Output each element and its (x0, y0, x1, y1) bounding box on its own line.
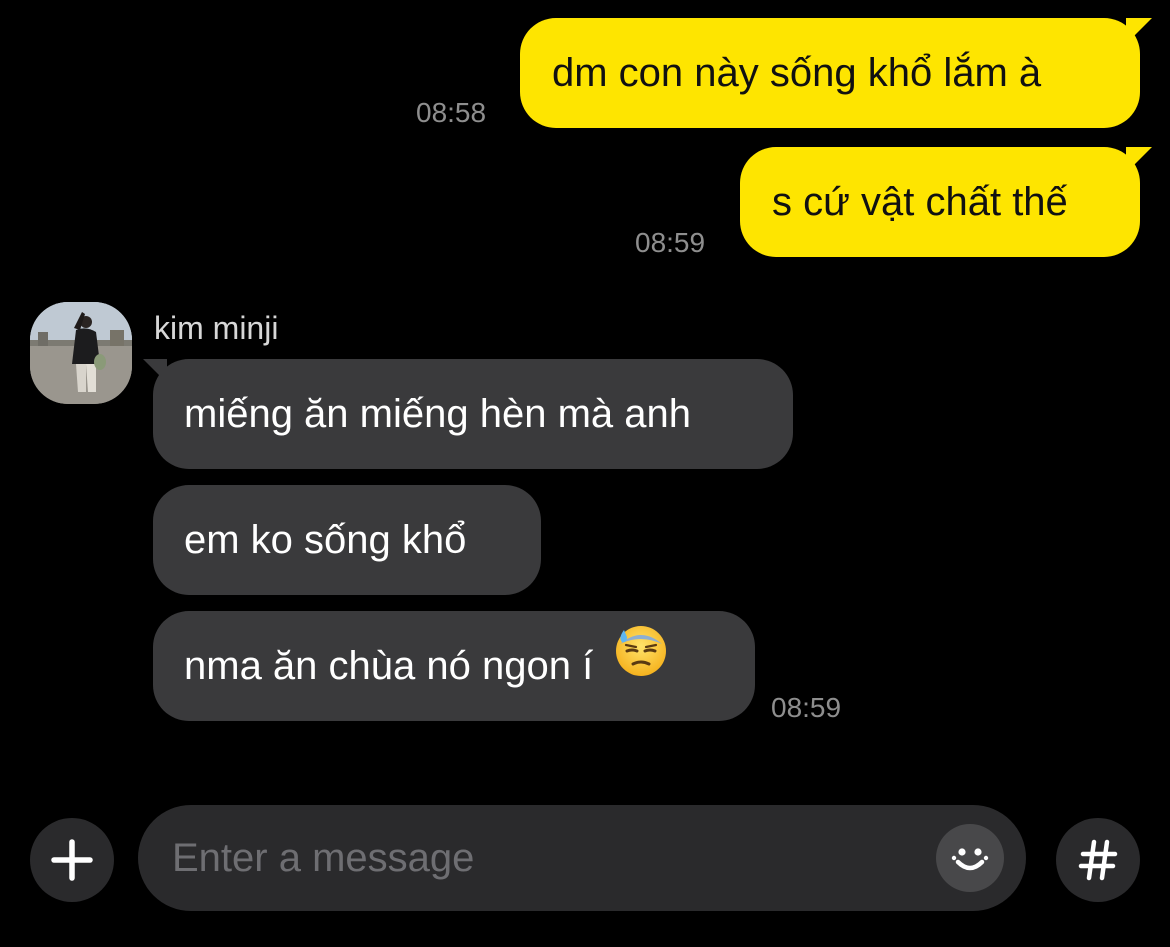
sender-avatar[interactable] (30, 302, 132, 404)
smiley-icon (951, 848, 989, 871)
plus-icon (51, 839, 93, 881)
incoming-message-bubble[interactable]: nma ăn chùa nó ngon í (153, 611, 755, 721)
incoming-message-bubble[interactable]: miếng ăn miếng hèn mà anh (143, 359, 793, 469)
message-text: nma ăn chùa nó ngon í (184, 644, 594, 688)
downcast-face-with-sweat-icon (614, 610, 668, 720)
message-timestamp: 08:59 (771, 692, 842, 723)
message-text: miếng ăn miếng hèn mà anh (184, 392, 691, 436)
message-timestamp: 08:59 (635, 227, 706, 258)
bubble-tail (1126, 147, 1152, 173)
bubble-tail (1126, 18, 1152, 44)
message-timestamp: 08:58 (416, 97, 487, 128)
emoticon-button[interactable] (936, 824, 1004, 892)
avatar-photo (30, 302, 132, 404)
outgoing-message-bubble[interactable]: dm con này sống khổ lắm à (520, 18, 1152, 128)
sender-name[interactable]: kim minji (154, 310, 278, 346)
add-attachment-button[interactable] (30, 818, 114, 902)
incoming-message-bubble[interactable]: em ko sống khổ (153, 485, 541, 595)
chat-screen: dm con này sống khổ lắm à 08:58 s cứ vật… (0, 0, 1170, 947)
message-text: em ko sống khổ (184, 518, 467, 562)
bubble-tail (143, 359, 167, 383)
hash-icon (1078, 839, 1118, 881)
message-text: dm con này sống khổ lắm à (552, 51, 1042, 95)
message-input-container[interactable] (138, 805, 1026, 911)
message-input[interactable] (172, 805, 912, 911)
message-text: s cứ vật chất thế (772, 180, 1068, 224)
hashtag-search-button[interactable] (1056, 818, 1140, 902)
outgoing-message-bubble[interactable]: s cứ vật chất thế (740, 147, 1152, 257)
